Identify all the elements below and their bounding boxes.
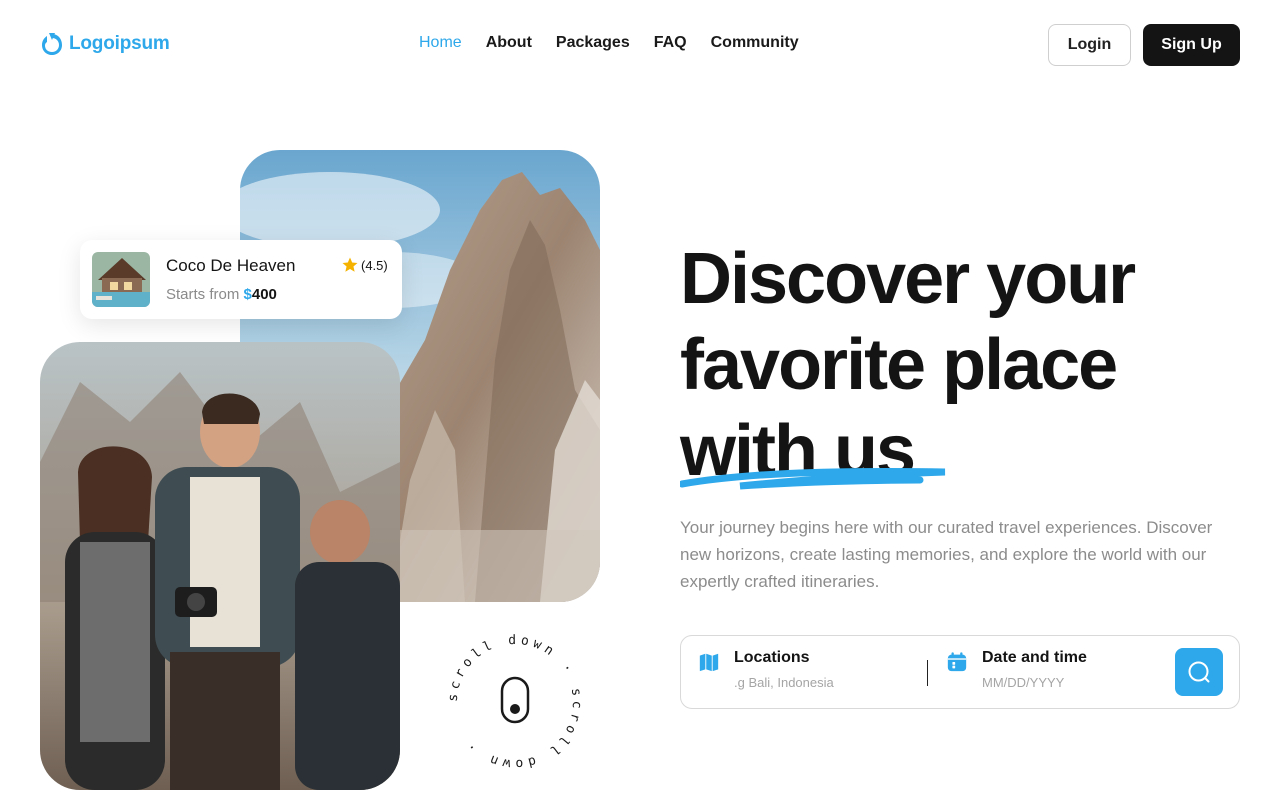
map-icon [699, 653, 719, 672]
property-thumbnail [92, 252, 150, 307]
signup-button[interactable]: Sign Up [1143, 24, 1240, 66]
nav-community[interactable]: Community [711, 34, 799, 52]
hero-description: Your journey begins here with our curate… [680, 518, 1213, 591]
nav-home[interactable]: Home [419, 34, 462, 52]
hero-headline: Discover your favorite place with us [680, 236, 1240, 494]
headline-line-2: favorite place [680, 325, 1118, 405]
featured-property-card[interactable]: Coco De Heaven Starts from $400 (4.5) [80, 240, 402, 319]
search-form: Locations Date and time [680, 635, 1240, 709]
date-label: Date and time [982, 649, 1087, 666]
scroll-down-badge[interactable]: scroll down · scroll down · [445, 632, 585, 772]
search-button[interactable] [1175, 648, 1223, 696]
price-amount: 400 [251, 286, 277, 303]
brush-underline [680, 468, 946, 490]
nav-about[interactable]: About [486, 34, 532, 52]
rating-value: (4.5) [361, 257, 388, 273]
property-rating: (4.5) [341, 256, 388, 274]
nav-packages[interactable]: Packages [556, 34, 630, 52]
hero-image-travelers [40, 342, 400, 790]
star-icon [342, 257, 358, 272]
scroll-down-text: scroll down · scroll down · [446, 633, 585, 771]
location-input[interactable] [734, 675, 924, 690]
location-label: Locations [734, 649, 810, 666]
date-input[interactable] [982, 675, 1172, 690]
brand-name: Logoipsum [69, 33, 170, 54]
nav-faq[interactable]: FAQ [654, 34, 687, 52]
travelers-scene [40, 342, 400, 790]
site-header: Logoipsum Home About Packages FAQ Commun… [0, 0, 1280, 90]
price-prefix: Starts from [166, 286, 240, 303]
price-currency: $ [243, 286, 252, 303]
scroll-down-ring: scroll down · scroll down · [446, 633, 585, 771]
search-icon [1188, 661, 1210, 683]
property-name: Coco De Heaven [166, 256, 296, 275]
headline-line-1: Discover your [680, 239, 1136, 319]
mouse-icon [500, 676, 530, 724]
calendar-icon [947, 652, 967, 672]
logo-icon [42, 33, 62, 55]
resort-image [92, 252, 150, 307]
brand-logo[interactable]: Logoipsum [40, 31, 170, 57]
login-button[interactable]: Login [1048, 24, 1131, 66]
field-divider [927, 660, 928, 686]
property-price: Starts from $400 [166, 286, 277, 303]
main-nav: Home About Packages FAQ Community [419, 34, 799, 52]
